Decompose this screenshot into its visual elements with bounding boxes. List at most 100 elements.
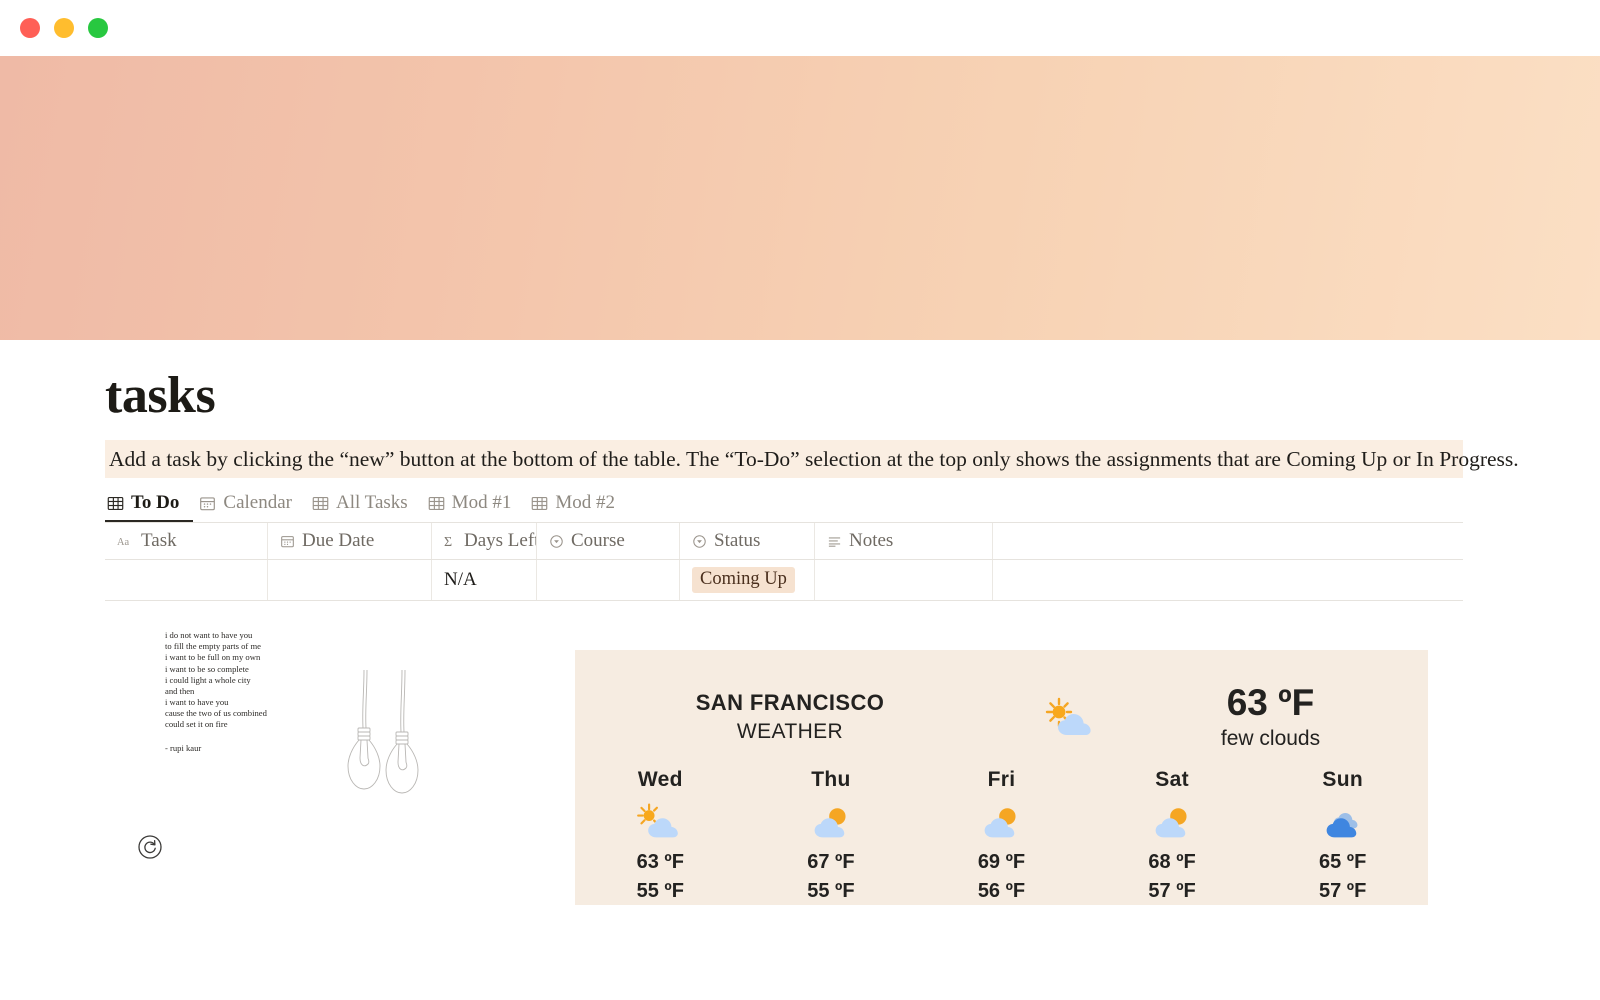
cell-empty	[993, 560, 1463, 600]
forecast-day-name: Thu	[811, 768, 851, 791]
quote-card: i do not want to have you to fill the em…	[105, 622, 525, 892]
tab-calendar[interactable]: Calendar	[193, 492, 306, 522]
tab-label: Mod #1	[451, 492, 512, 513]
minimize-window-button[interactable]	[54, 18, 74, 38]
tasks-table: Aa Task Due Date Σ Days Left Course Stat…	[105, 522, 1463, 601]
select-icon	[549, 534, 564, 549]
tab-label: Mod #2	[555, 492, 615, 513]
poem-line: to fill the empty parts of me	[165, 641, 261, 652]
poem-line: i want to be so complete	[165, 663, 249, 674]
weather-widget: SAN FRANCISCO WEATHER 63 ºF few clouds W…	[575, 650, 1428, 905]
column-header-task[interactable]: Aa Task	[105, 523, 268, 559]
page-cover-image	[0, 56, 1600, 340]
forecast-day-name: Fri	[987, 768, 1016, 791]
select-icon	[692, 534, 707, 549]
cell-due-date[interactable]	[268, 560, 432, 600]
poem-text: i do not want to have you to fill the em…	[165, 630, 340, 754]
database-view-tabs: To Do Calendar All Tasks Mod #1 Mod #2	[105, 488, 1463, 522]
weather-current-temp: 63 ºF	[1226, 681, 1315, 723]
page-body: tasks Add a task by clicking the “new” b…	[0, 340, 1600, 1000]
sun-behind-cloud-icon	[575, 798, 746, 844]
refresh-quote-button[interactable]	[137, 834, 163, 860]
column-header-label: Course	[571, 530, 625, 551]
poem-line: i do not want to have you	[165, 630, 253, 640]
forecast-day-wed: Wed 63 ºF 55 ºF	[575, 768, 746, 906]
forecast-high-temp: 69 ºF	[977, 851, 1026, 873]
weather-city-name: SAN FRANCISCO	[695, 689, 885, 715]
poem-line: cause the two of us combined	[165, 708, 267, 719]
weather-current-desc: few clouds	[1220, 727, 1321, 751]
weather-current-readout: 63 ºF few clouds	[1135, 681, 1428, 754]
cloud-with-sun-icon	[1087, 798, 1258, 844]
page-title: tasks	[105, 367, 216, 424]
cloud-with-sun-icon	[746, 798, 917, 844]
close-window-button[interactable]	[20, 18, 40, 38]
poem-line: i want to have you	[165, 697, 229, 708]
tab-all-tasks[interactable]: All Tasks	[306, 492, 422, 522]
column-header-status[interactable]: Status	[680, 523, 815, 559]
tab-to-do[interactable]: To Do	[105, 492, 194, 522]
column-header-label: Due Date	[302, 530, 375, 551]
column-header-due-date[interactable]: Due Date	[268, 523, 432, 559]
weather-forecast: Wed 63 ºF 55 ºF Thu 67 ºF 55 ºF Fri 69 º…	[575, 768, 1428, 906]
forecast-low-temp: 57 ºF	[1148, 880, 1196, 902]
cell-task[interactable]	[105, 560, 268, 600]
column-header-add-column[interactable]	[993, 523, 1463, 559]
maximize-window-button[interactable]	[88, 18, 108, 38]
column-header-label: Days Left	[464, 530, 537, 551]
table-header-row: Aa Task Due Date Σ Days Left Course Stat…	[105, 522, 1463, 560]
cloud-with-sun-icon	[916, 798, 1087, 844]
forecast-low-temp: 55 ºF	[807, 880, 855, 902]
tab-label: Calendar	[223, 492, 292, 513]
tab-mod-2[interactable]: Mod #2	[525, 492, 629, 522]
forecast-high-temp: 67 ºF	[807, 851, 855, 873]
forecast-day-sun: Sun 65 ºF 57 ºF	[1257, 768, 1428, 906]
quote-image: i do not want to have you to fill the em…	[165, 622, 425, 822]
svg-text:Aa: Aa	[117, 536, 129, 547]
column-header-notes[interactable]: Notes	[815, 523, 993, 559]
forecast-high-temp: 63 ºF	[636, 851, 684, 873]
text-lines-icon	[827, 534, 842, 549]
poem-line: could set it on fire	[165, 719, 228, 730]
forecast-low-temp: 55 ºF	[636, 880, 684, 902]
window-controls	[0, 18, 108, 38]
table-icon	[312, 495, 329, 512]
table-icon	[428, 495, 445, 512]
cell-notes[interactable]	[815, 560, 993, 600]
calendar-icon	[199, 495, 216, 512]
tab-mod-1[interactable]: Mod #1	[422, 492, 526, 522]
weather-current: SAN FRANCISCO WEATHER 63 ºF few clouds	[575, 672, 1428, 762]
forecast-day-thu: Thu 67 ºF 55 ºF	[746, 768, 917, 906]
text-type-icon: Aa	[117, 535, 134, 548]
calendar-icon	[280, 534, 295, 549]
forecast-day-name: Sat	[1155, 768, 1189, 791]
window-titlebar	[0, 0, 1600, 56]
cell-days-left[interactable]: N/A	[432, 560, 537, 600]
column-header-days-left[interactable]: Σ Days Left	[432, 523, 537, 559]
poem-attribution: - rupi kaur	[165, 742, 202, 753]
table-icon	[531, 495, 548, 512]
sun-behind-cloud-icon	[1005, 695, 1135, 739]
column-header-course[interactable]: Course	[537, 523, 680, 559]
forecast-day-fri: Fri 69 ºF 56 ºF	[916, 768, 1087, 906]
forecast-high-temp: 68 ºF	[1148, 851, 1196, 873]
forecast-day-name: Sun	[1322, 768, 1363, 791]
column-header-label: Status	[714, 530, 761, 551]
broken-clouds-icon	[1257, 798, 1428, 844]
forecast-high-temp: 65 ºF	[1319, 851, 1367, 873]
cell-status[interactable]: Coming Up	[680, 560, 815, 600]
table-row[interactable]: N/A Coming Up	[105, 560, 1463, 601]
column-header-label: Notes	[849, 530, 894, 551]
forecast-low-temp: 56 ºF	[977, 880, 1026, 902]
tab-label: All Tasks	[335, 492, 408, 513]
svg-text:Σ: Σ	[444, 535, 452, 549]
formula-sigma-icon: Σ	[444, 534, 457, 549]
tab-label: To Do	[131, 492, 180, 513]
lightbulb-illustration	[340, 669, 430, 820]
forecast-low-temp: 57 ºF	[1319, 880, 1367, 902]
poem-line: i could light a whole city	[165, 674, 251, 685]
status-badge: Coming Up	[692, 567, 795, 593]
weather-location: SAN FRANCISCO WEATHER	[575, 688, 1005, 746]
cell-course[interactable]	[537, 560, 680, 600]
column-header-label: Task	[141, 530, 177, 551]
